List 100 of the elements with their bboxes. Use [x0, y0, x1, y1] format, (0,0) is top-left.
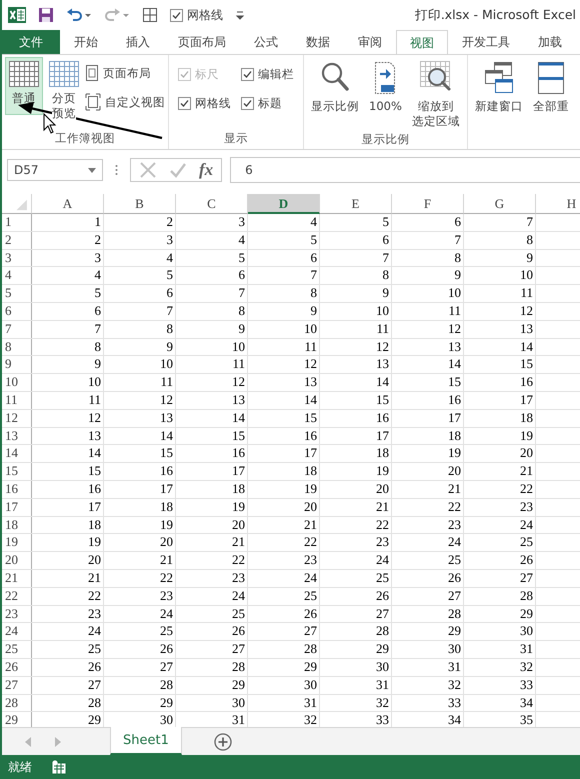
- table-cell: 18: [176, 480, 248, 498]
- table-cell: 30: [464, 623, 536, 640]
- checkbox[interactable]: [178, 97, 191, 110]
- row-header[interactable]: 21: [2, 570, 32, 587]
- table-cell: 8: [392, 250, 464, 266]
- row-header[interactable]: 22: [2, 588, 32, 605]
- new-window-button[interactable]: 新建窗口: [470, 57, 527, 117]
- row-header[interactable]: 17: [2, 498, 32, 516]
- zoom-100-button[interactable]: 100%: [365, 57, 406, 117]
- ribbon-tab[interactable]: 插入: [112, 30, 164, 54]
- checkbox[interactable]: [170, 8, 183, 22]
- row-header[interactable]: 16: [2, 480, 32, 498]
- checkmark-icon[interactable]: [169, 161, 187, 179]
- checkbox[interactable]: [241, 97, 254, 110]
- column-header[interactable]: G: [464, 194, 536, 214]
- borders-icon[interactable]: [142, 7, 158, 23]
- table-cell: 33: [464, 676, 536, 694]
- ribbon-tab[interactable]: 加载: [524, 30, 576, 54]
- column-header[interactable]: A: [32, 194, 104, 214]
- row-header[interactable]: 18: [2, 516, 32, 534]
- table-cell: 27: [464, 570, 536, 587]
- row-header[interactable]: 10: [2, 374, 32, 391]
- add-sheet-icon[interactable]: [214, 732, 232, 750]
- table-cell: 15: [176, 428, 248, 444]
- ribbon-tab[interactable]: 开发工具: [448, 30, 524, 54]
- column-header[interactable]: H: [536, 194, 580, 214]
- table-cell: 14: [32, 445, 104, 462]
- row-header[interactable]: 14: [2, 445, 32, 462]
- row-header[interactable]: 20: [2, 552, 32, 569]
- table-cell: 25: [320, 570, 392, 587]
- table-cell: 29: [248, 658, 320, 676]
- insert-function-button[interactable]: fx: [199, 160, 214, 180]
- row-header[interactable]: 9: [2, 356, 32, 374]
- checkbox[interactable]: [241, 68, 254, 81]
- file-tab[interactable]: 文件: [2, 30, 60, 54]
- row-header[interactable]: 3: [2, 250, 32, 266]
- table-cell: 16: [392, 392, 464, 409]
- row-header[interactable]: 25: [2, 641, 32, 658]
- row-header[interactable]: 13: [2, 428, 32, 444]
- row-header[interactable]: 6: [2, 302, 32, 320]
- table-cell: 15: [104, 445, 176, 462]
- table-cell: 18: [32, 516, 104, 534]
- ribbon-tab[interactable]: 审阅: [344, 30, 396, 54]
- table-cell: 24: [32, 623, 104, 640]
- table-cell: 14: [176, 410, 248, 427]
- column-header[interactable]: E: [320, 194, 392, 214]
- ribbon-tab[interactable]: 视图: [396, 30, 448, 54]
- formula-input[interactable]: 6: [230, 157, 580, 183]
- row-header[interactable]: 11: [2, 392, 32, 409]
- page-break-preview-button[interactable]: 分页 预览: [45, 57, 83, 124]
- row-header[interactable]: 28: [2, 694, 32, 712]
- column-header[interactable]: B: [104, 194, 176, 214]
- table-cell: 5: [176, 250, 248, 266]
- save-icon[interactable]: [38, 7, 54, 23]
- table-cell: 22: [176, 552, 248, 569]
- zoom-button[interactable]: 显示比例: [307, 57, 363, 117]
- undo-icon[interactable]: [66, 7, 92, 23]
- ribbon-tab[interactable]: 数据: [292, 30, 344, 54]
- table-cell: 2: [104, 214, 176, 231]
- custom-views-button[interactable]: 自定义视图: [85, 93, 165, 111]
- row-header[interactable]: 8: [2, 338, 32, 356]
- arrange-all-button[interactable]: 全部重: [528, 57, 573, 117]
- row-header[interactable]: 5: [2, 285, 32, 302]
- status-text: 就绪: [8, 758, 32, 776]
- customize-toolbar-icon[interactable]: [235, 9, 245, 21]
- custom-view-icon: [85, 93, 101, 111]
- table-cell: 10: [464, 267, 536, 284]
- column-header[interactable]: F: [392, 194, 464, 214]
- checkbox-label: 编辑栏: [258, 67, 294, 82]
- table-cell: 15: [392, 374, 464, 391]
- table-cell: 10: [104, 356, 176, 374]
- normal-view-button[interactable]: 普通: [5, 57, 43, 115]
- name-box[interactable]: D57: [7, 159, 103, 181]
- page-layout-button[interactable]: 页面布局: [85, 65, 165, 81]
- table-cell: 17: [176, 463, 248, 480]
- table-cell: 30: [248, 676, 320, 694]
- ribbon-tab[interactable]: 页面布局: [164, 30, 240, 54]
- column-header[interactable]: D: [248, 194, 320, 214]
- row-header[interactable]: 12: [2, 410, 32, 427]
- macro-record-icon[interactable]: [52, 760, 66, 774]
- ribbon-tab[interactable]: 公式: [240, 30, 292, 54]
- zoom-to-selection-button[interactable]: 缩放到 选定区域: [408, 57, 464, 132]
- table-cell: 7: [176, 285, 248, 302]
- table-cell: 25: [464, 534, 536, 552]
- row-header[interactable]: 27: [2, 676, 32, 694]
- row-header[interactable]: 23: [2, 606, 32, 622]
- table-cell: 23: [392, 516, 464, 534]
- table-cell: 9: [248, 302, 320, 320]
- ribbon-tab[interactable]: 开始: [60, 30, 112, 54]
- row-header[interactable]: 19: [2, 534, 32, 552]
- row-header[interactable]: 15: [2, 463, 32, 480]
- row-header[interactable]: 24: [2, 623, 32, 640]
- row-header[interactable]: 1: [2, 214, 32, 231]
- table-cell: 11: [464, 285, 536, 302]
- row-header[interactable]: 7: [2, 320, 32, 338]
- sheet-tab[interactable]: Sheet1: [110, 727, 182, 755]
- row-header[interactable]: 2: [2, 232, 32, 249]
- table-cell: 18: [320, 445, 392, 462]
- row-header[interactable]: 26: [2, 658, 32, 676]
- row-header[interactable]: 4: [2, 267, 32, 284]
